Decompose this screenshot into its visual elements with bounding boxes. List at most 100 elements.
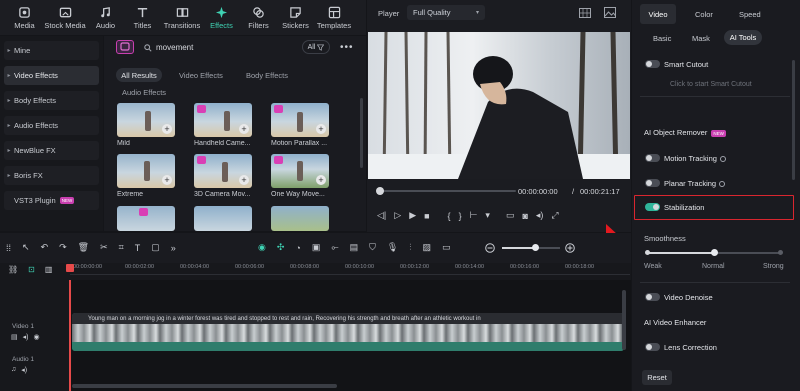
magnet-icon[interactable]: ⊡	[28, 265, 35, 274]
playhead-handle[interactable]	[66, 264, 74, 272]
ai-smart-icon[interactable]: ◉	[258, 242, 266, 253]
auto-reframe-icon[interactable]: ▣	[312, 242, 321, 253]
planar-tracking-toggle[interactable]	[645, 179, 660, 187]
info-icon[interactable]	[719, 181, 726, 188]
effect-thumb-motion-parallax[interactable]: +	[271, 103, 329, 137]
chip-body-effects[interactable]: Body Effects	[246, 71, 288, 80]
timeline-ruler[interactable]: ⛓ ⊡ ▥ 00:00:00:00 00:00:02:00 00:00:04:0…	[0, 263, 631, 280]
sidebar-item-boris-fx[interactable]: ▸ Boris FX	[4, 166, 99, 185]
ai-effects-button[interactable]	[116, 40, 134, 54]
zoom-in-icon[interactable]	[565, 243, 575, 253]
zoom-out-icon[interactable]	[485, 243, 495, 253]
volume-icon[interactable]: ◂)	[536, 210, 544, 221]
playhead[interactable]	[69, 280, 71, 391]
tab-stock-media[interactable]: Stock Media	[43, 0, 87, 35]
speed-icon[interactable]: ◔	[295, 243, 300, 253]
subtab-ai-tools[interactable]: AI Tools	[724, 30, 762, 45]
tab-templates[interactable]: Templates	[314, 0, 354, 35]
undo-icon[interactable]: ↶	[41, 242, 49, 253]
tab-audio[interactable]: Audio	[87, 0, 124, 35]
tab-stickers[interactable]: Stickers	[277, 0, 314, 35]
grid-view-icon[interactable]	[579, 8, 591, 18]
chip-video-effects[interactable]: Video Effects	[179, 71, 223, 80]
speaker-icon[interactable]: ◂)	[21, 366, 27, 374]
keyframe-icon[interactable]: ⟜	[331, 242, 338, 253]
sidebar-item-body-effects[interactable]: ▸ Body Effects	[4, 91, 99, 110]
tab-video[interactable]: Video	[640, 4, 676, 24]
panel-scrollbar[interactable]	[792, 60, 795, 180]
search-input[interactable]: movement	[156, 43, 193, 52]
display-icon[interactable]: ▭	[506, 210, 515, 221]
color-icon[interactable]: ▤	[350, 242, 359, 253]
sidebar-item-mine[interactable]: ▸ Mine	[4, 41, 99, 60]
smoothness-slider-thumb[interactable]	[711, 249, 718, 256]
more-icon[interactable]: ▾	[485, 210, 490, 221]
effect-thumb-mild[interactable]: +	[117, 103, 175, 137]
stop-icon[interactable]: ■	[424, 211, 429, 221]
redo-icon[interactable]: ↷	[59, 242, 67, 253]
add-icon[interactable]: +	[316, 124, 326, 134]
play-icon[interactable]: ▶	[409, 210, 416, 221]
effect-thumb-one-way-movement[interactable]: +	[271, 154, 329, 188]
reset-button[interactable]: Reset	[642, 370, 672, 385]
play-icon[interactable]: ▷	[394, 210, 401, 221]
playback-scrubber[interactable]	[376, 187, 384, 195]
delete-icon[interactable]: 🗑	[78, 242, 89, 253]
smart-cutout-hint[interactable]: Click to start Smart Cutout	[670, 81, 752, 88]
track-icon[interactable]: ⫶	[409, 242, 411, 253]
video-clip[interactable]: Young man on a morning jog in a winter f…	[72, 313, 624, 351]
subtab-basic[interactable]: Basic	[653, 34, 671, 43]
track-manager-icon[interactable]: ▥	[45, 265, 53, 274]
add-icon[interactable]: +	[239, 124, 249, 134]
subtitle-icon[interactable]: ▭	[442, 242, 451, 253]
split-scissors-icon[interactable]: ✂	[100, 242, 108, 253]
effect-thumb-handheld-camera[interactable]: +	[194, 103, 252, 137]
link-icon[interactable]: ⛓	[8, 265, 18, 274]
more-tools-icon[interactable]: »	[171, 243, 176, 253]
select-pointer-icon[interactable]: ↖	[22, 242, 30, 253]
subtab-mask[interactable]: Mask	[692, 34, 710, 43]
zoom-slider-thumb[interactable]	[532, 244, 539, 251]
tab-color[interactable]: Color	[695, 10, 713, 19]
text-icon[interactable]: T	[135, 243, 141, 253]
library-scrollbar[interactable]	[360, 98, 363, 168]
video-preview[interactable]	[368, 32, 630, 179]
effect-thumb[interactable]	[194, 206, 252, 231]
effect-thumb[interactable]	[271, 206, 329, 231]
sidebar-item-newblue-fx[interactable]: ▸ NewBlue FX	[4, 141, 99, 160]
ai-cut-icon[interactable]: ✣	[277, 242, 285, 253]
tab-transitions[interactable]: Transitions	[161, 0, 203, 35]
marker-icon[interactable]: ⊢	[470, 210, 478, 221]
tab-filters[interactable]: Filters	[240, 0, 277, 35]
horizontal-scrollbar[interactable]	[72, 384, 337, 388]
effect-thumb-3d-camera-movement[interactable]: +	[194, 154, 252, 188]
snapshot-image-icon[interactable]	[604, 7, 616, 18]
crop-icon[interactable]: ⌗	[119, 242, 124, 253]
motion-tracking-toggle[interactable]	[645, 154, 660, 162]
tracks-scrollbar[interactable]	[622, 290, 626, 350]
slider-stop[interactable]	[645, 250, 650, 255]
microphone-icon[interactable]: 🎙	[387, 242, 398, 253]
more-options-icon[interactable]: •••	[340, 42, 354, 53]
filter-dropdown[interactable]: All	[302, 40, 330, 54]
quality-select[interactable]: Full Quality ▾	[407, 5, 485, 20]
smart-cutout-toggle[interactable]	[645, 60, 660, 68]
mark-out-icon[interactable]: }	[459, 211, 462, 221]
chip-all-results[interactable]: All Results	[116, 68, 162, 82]
sidebar-item-video-effects[interactable]: ▸ Video Effects	[4, 66, 99, 85]
tab-effects[interactable]: Effects	[203, 0, 240, 35]
sidebar-item-audio-effects[interactable]: ▸ Audio Effects	[4, 116, 99, 135]
layout-grid-icon[interactable]: ⁞⁞	[6, 243, 11, 253]
previous-frame-icon[interactable]: ◁|	[377, 210, 386, 221]
info-icon[interactable]	[719, 156, 726, 163]
shield-icon[interactable]: ⛉	[369, 242, 376, 253]
transform-icon[interactable]: ▢	[151, 242, 160, 253]
add-icon[interactable]: +	[162, 175, 172, 185]
add-icon[interactable]: +	[162, 124, 172, 134]
mark-in-icon[interactable]: {	[448, 211, 451, 221]
playback-progress-track[interactable]	[378, 190, 516, 192]
stabilization-toggle[interactable]	[645, 203, 660, 211]
tab-titles[interactable]: Titles	[124, 0, 161, 35]
add-icon[interactable]: +	[316, 175, 326, 185]
tab-media[interactable]: Media	[6, 0, 43, 35]
